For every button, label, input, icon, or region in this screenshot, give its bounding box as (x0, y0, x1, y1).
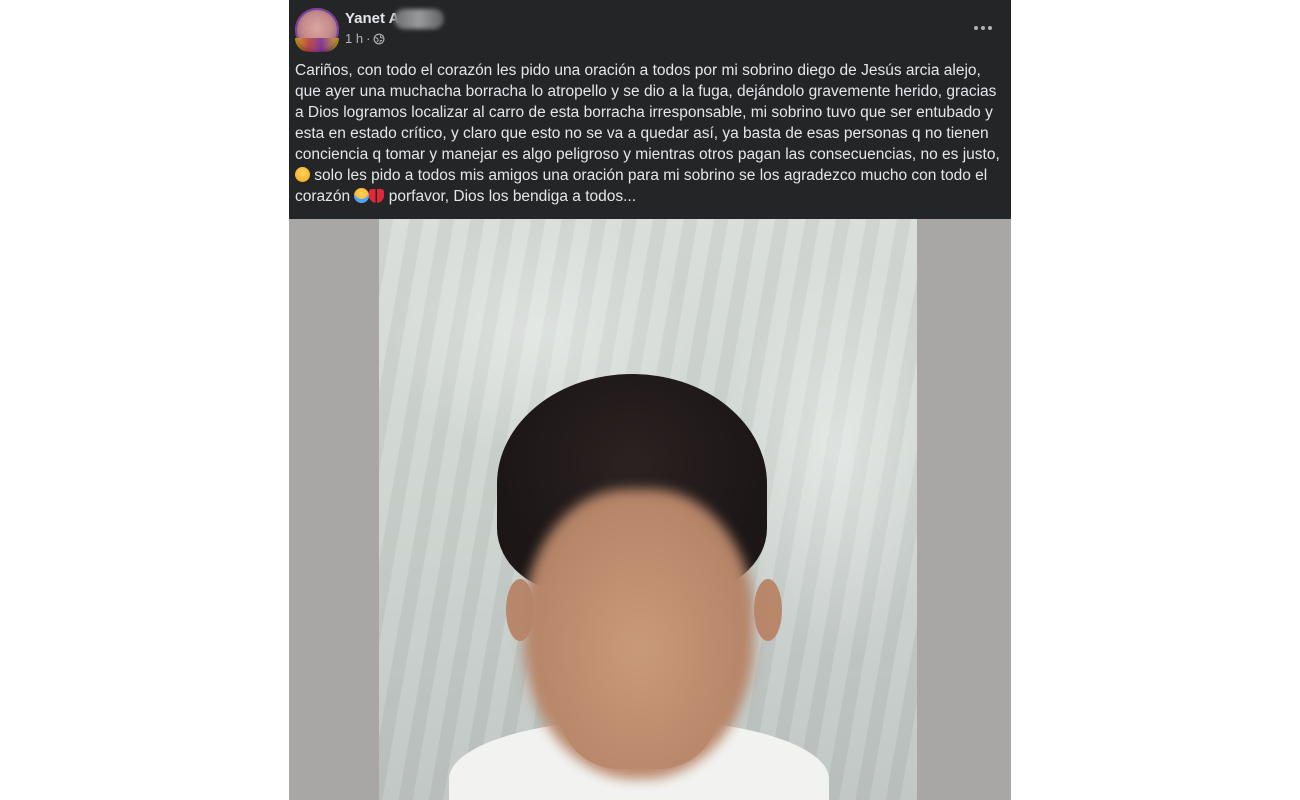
author-avatar[interactable] (295, 8, 339, 52)
redacted-name-blur (394, 9, 444, 29)
post-text-part-1: Cariños, con todo el corazón les pido un… (295, 62, 1000, 163)
post-time[interactable]: 1 h (345, 31, 363, 46)
blurred-face (524, 489, 754, 779)
post-text: Cariños, con todo el corazón les pido un… (295, 60, 1003, 207)
post-text-part-3: porfavor, Dios los bendiga a todos... (384, 188, 637, 205)
author-name[interactable]: Yanet A (345, 10, 399, 27)
facebook-post: Yanet A 1 h · Cariños, con todo el coraz… (289, 0, 1011, 800)
globe-icon (373, 33, 385, 44)
post-photo[interactable] (379, 219, 917, 800)
more-horizontal-icon (974, 26, 978, 30)
post-meta: 1 h · (345, 31, 385, 46)
post-header: Yanet A 1 h · (289, 0, 1011, 56)
photo-ear-right (754, 579, 782, 641)
meta-separator: · (366, 31, 371, 46)
post-photo-area[interactable] (289, 219, 1011, 800)
more-options-button[interactable] (971, 16, 995, 40)
loudly-crying-face-icon (354, 188, 370, 203)
broken-heart-icon (369, 189, 385, 203)
pensive-face-icon (295, 167, 310, 182)
